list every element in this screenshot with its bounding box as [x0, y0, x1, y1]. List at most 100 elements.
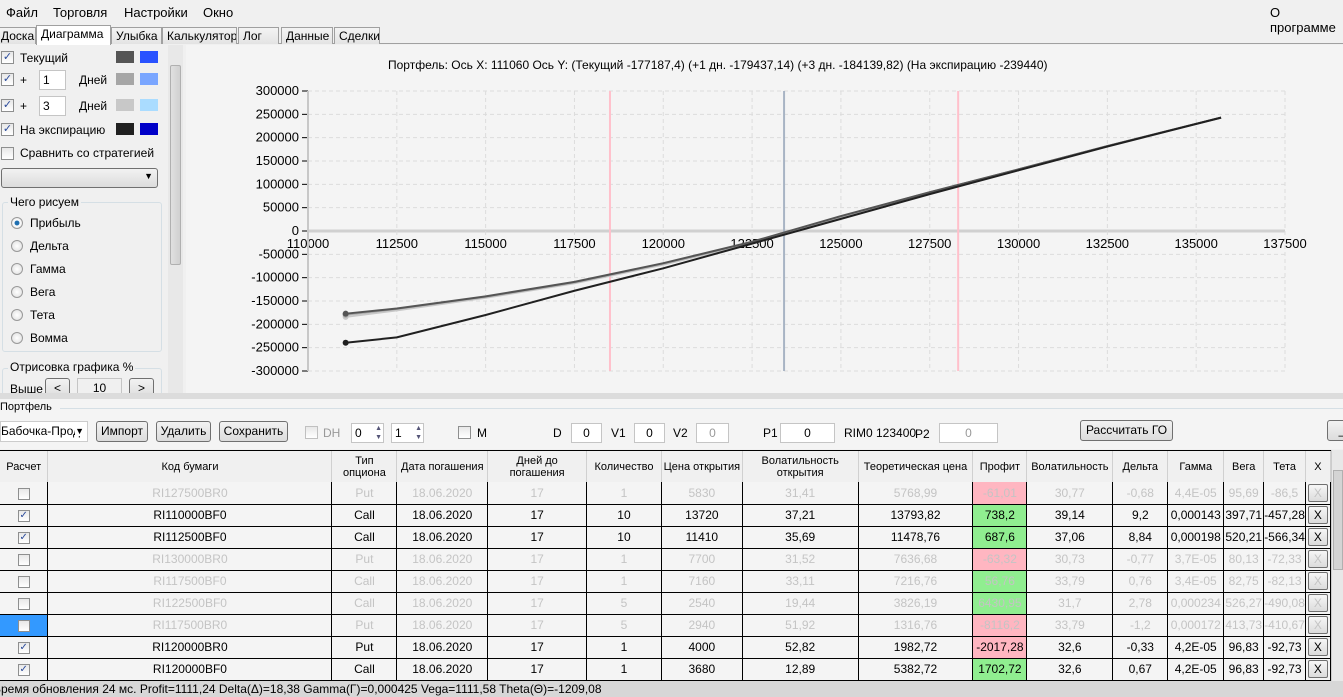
spin-arrows-icon[interactable]: ▲ ▼ [415, 424, 422, 442]
column-header[interactable]: Цена открытия [661, 451, 743, 482]
v2-input[interactable]: 0 [696, 423, 729, 443]
calc-checkbox[interactable] [17, 575, 30, 588]
column-header[interactable]: Дней до погашения [487, 451, 588, 482]
column-header[interactable]: Волатильность открытия [742, 451, 859, 482]
table-row[interactable]: RI127500BR0 Put 18.06.2020 17 1 5830 31,41 5768… [0, 482, 1331, 505]
column-header[interactable]: Код бумаги [47, 451, 333, 482]
calc-cell[interactable] [0, 570, 49, 593]
remove-row-button[interactable]: X [1307, 660, 1328, 678]
plus3-color-swatch-1[interactable] [116, 99, 134, 111]
menu-window[interactable]: Окно [203, 5, 233, 20]
scroll-thumb[interactable] [170, 65, 181, 265]
remove-row-button[interactable]: X [1307, 506, 1328, 524]
remove-row-button[interactable]: X [1307, 616, 1328, 634]
radio-theta[interactable] [11, 309, 23, 321]
calc-checkbox[interactable] [17, 619, 30, 632]
column-header[interactable]: Теоретическая цена [858, 451, 974, 482]
radio-vomma[interactable] [11, 332, 23, 344]
p1-input[interactable]: 0 [780, 423, 835, 443]
remove-row-button[interactable]: X [1307, 483, 1328, 502]
plus3-color-swatch-2[interactable] [140, 99, 158, 111]
increase-button[interactable]: > [129, 378, 154, 393]
expiration-color-swatch-2[interactable] [140, 123, 158, 135]
calc-cell[interactable] [0, 482, 49, 505]
tab-diagram[interactable]: Диаграмма [36, 25, 111, 45]
table-row[interactable]: RI117500BR0 Put 18.06.2020 17 5 2940 51,92 1316… [0, 614, 1331, 637]
strategy-select[interactable]: ▼ [1, 168, 158, 188]
plus1-checkbox[interactable]: ✓ [1, 73, 14, 86]
remove-row-button[interactable]: X [1307, 572, 1328, 590]
calc-cell[interactable] [0, 592, 49, 615]
column-header[interactable]: Тета [1263, 451, 1306, 482]
import-button[interactable]: Импорт [96, 421, 148, 442]
calc-cell[interactable]: ✓ [0, 658, 49, 681]
decrease-button[interactable]: < [45, 378, 70, 393]
table-row[interactable]: RI130000BR0 Put 18.06.2020 17 1 7700 31,52 7636… [0, 548, 1331, 571]
plus3-checkbox[interactable]: ✓ [1, 99, 14, 112]
expiration-checkbox[interactable]: ✓ [1, 123, 14, 136]
current-color-swatch-1[interactable] [116, 51, 134, 63]
column-header[interactable]: Профит [972, 451, 1028, 482]
plus1-color-swatch-2[interactable] [140, 73, 158, 85]
tab-log[interactable]: Лог [238, 27, 279, 44]
current-color-swatch-2[interactable] [140, 51, 158, 63]
calc-cell[interactable]: ✓ [0, 636, 49, 659]
compare-checkbox[interactable] [1, 147, 14, 160]
plus1-color-swatch-1[interactable] [116, 73, 134, 85]
table-row[interactable]: RI117500BF0 Call 18.06.2020 17 1 7160 33,11 721… [0, 570, 1331, 593]
column-header[interactable]: Расчет [0, 451, 49, 482]
remove-row-button[interactable]: X [1307, 528, 1328, 546]
calc-cell[interactable] [0, 614, 49, 637]
expiration-color-swatch-1[interactable] [116, 123, 134, 135]
spin-arrows-icon[interactable]: ▲ ▼ [375, 424, 382, 442]
radio-profit[interactable] [11, 217, 23, 229]
save-button[interactable]: Сохранить [219, 421, 288, 442]
radio-delta[interactable] [11, 240, 23, 252]
table-row[interactable]: ✓ RI120000BF0 Call 18.06.2020 17 1 3680 12,89 53… [0, 658, 1331, 681]
tab-calculator[interactable]: Калькулятор [162, 27, 237, 44]
column-header[interactable]: Тип опциона [331, 451, 398, 482]
calc-checkbox[interactable]: ✓ [17, 641, 30, 654]
v1-input[interactable]: 0 [634, 423, 665, 443]
calc-cell[interactable]: ✓ [0, 526, 49, 549]
spin1-input[interactable]: 0 ▲ ▼ [351, 423, 384, 443]
strategy-dropdown[interactable]: Бабочка-Прод ▼ [0, 421, 88, 442]
p2-input[interactable]: 0 [939, 423, 998, 443]
column-header[interactable]: Волатильность [1026, 451, 1114, 482]
column-header[interactable]: Дельта [1112, 451, 1169, 482]
calc-checkbox[interactable] [17, 597, 30, 610]
spin2-input[interactable]: 1 ▲ ▼ [391, 423, 424, 443]
scroll-thumb[interactable] [1333, 470, 1343, 570]
table-row[interactable]: ✓ RI112500BF0 Call 18.06.2020 17 10 11410 35,69… [0, 526, 1331, 549]
tab-smile[interactable]: Улыбка [111, 27, 162, 44]
radio-vega[interactable] [11, 286, 23, 298]
column-header[interactable]: Количество [586, 451, 662, 482]
tab-deals[interactable]: Сделки [334, 27, 380, 44]
tab-board[interactable]: Доска [0, 27, 36, 44]
draw-percent-value[interactable]: 10 [77, 378, 122, 393]
radio-gamma[interactable] [11, 263, 23, 275]
calc-checkbox[interactable] [17, 487, 30, 500]
table-row[interactable]: ✓ RI110000BF0 Call 18.06.2020 17 10 13720 37,21… [0, 504, 1331, 527]
column-header[interactable]: Дата погашения [396, 451, 489, 482]
table-scrollbar[interactable] [1331, 450, 1343, 681]
days2-input[interactable]: 3 [39, 96, 66, 116]
column-header[interactable]: X [1305, 451, 1331, 482]
minimize-button[interactable]: _ [1327, 420, 1343, 441]
dh-checkbox[interactable] [305, 426, 318, 439]
d-input[interactable]: 0 [571, 423, 602, 443]
calc-cell[interactable] [0, 548, 49, 571]
tab-data[interactable]: Данные [281, 27, 333, 44]
menu-settings[interactable]: Настройки [124, 5, 188, 20]
column-header[interactable]: Вега [1223, 451, 1265, 482]
remove-row-button[interactable]: X [1307, 594, 1328, 612]
calc-cell[interactable]: ✓ [0, 504, 49, 527]
left-panel-scrollbar[interactable] [168, 45, 183, 393]
calc-checkbox[interactable] [17, 553, 30, 566]
table-row[interactable]: ✓ RI120000BR0 Put 18.06.2020 17 1 4000 52,82 198… [0, 636, 1331, 659]
menu-file[interactable]: Файл [6, 5, 38, 20]
calc-checkbox[interactable]: ✓ [17, 509, 30, 522]
menu-trading[interactable]: Торговля [53, 5, 107, 20]
m-checkbox[interactable] [458, 426, 471, 439]
calc-checkbox[interactable]: ✓ [17, 663, 30, 676]
